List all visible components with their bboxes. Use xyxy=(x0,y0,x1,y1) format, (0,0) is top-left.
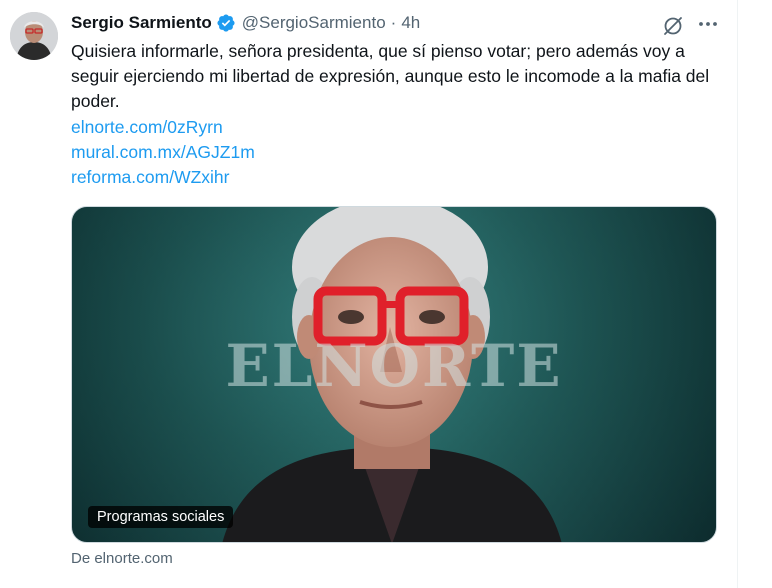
verified-badge-icon xyxy=(216,13,236,33)
tweet[interactable]: Sergio Sarmiento @SergioSarmiento · 4h Q… xyxy=(0,0,737,588)
more-icon[interactable] xyxy=(696,12,720,36)
link-reforma[interactable]: reforma.com/WZxihr xyxy=(71,165,255,190)
card-source[interactable]: De elnorte.com xyxy=(71,550,173,567)
tweet-links: elnorte.com/0zRyrn mural.com.mx/AGJZ1m r… xyxy=(71,115,255,190)
card-watermark: ELNORTE xyxy=(225,332,563,400)
author-handle[interactable]: @SergioSarmiento xyxy=(242,13,386,33)
column-divider xyxy=(737,0,738,588)
card-label: Programas sociales xyxy=(88,506,234,528)
separator-dot: · xyxy=(390,13,397,32)
tweet-text: Quisiera informarle, señora presidenta, … xyxy=(71,41,710,111)
timestamp[interactable]: 4h xyxy=(401,13,420,33)
avatar[interactable] xyxy=(10,12,58,60)
grok-icon[interactable] xyxy=(661,14,685,38)
tweet-header: Sergio Sarmiento @SergioSarmiento · 4h xyxy=(71,11,420,35)
link-card[interactable]: ELNORTE Programas sociales xyxy=(71,206,717,543)
link-elnorte[interactable]: elnorte.com/0zRyrn xyxy=(71,115,255,140)
link-mural[interactable]: mural.com.mx/AGJZ1m xyxy=(71,140,255,165)
author-name[interactable]: Sergio Sarmiento xyxy=(71,13,212,33)
